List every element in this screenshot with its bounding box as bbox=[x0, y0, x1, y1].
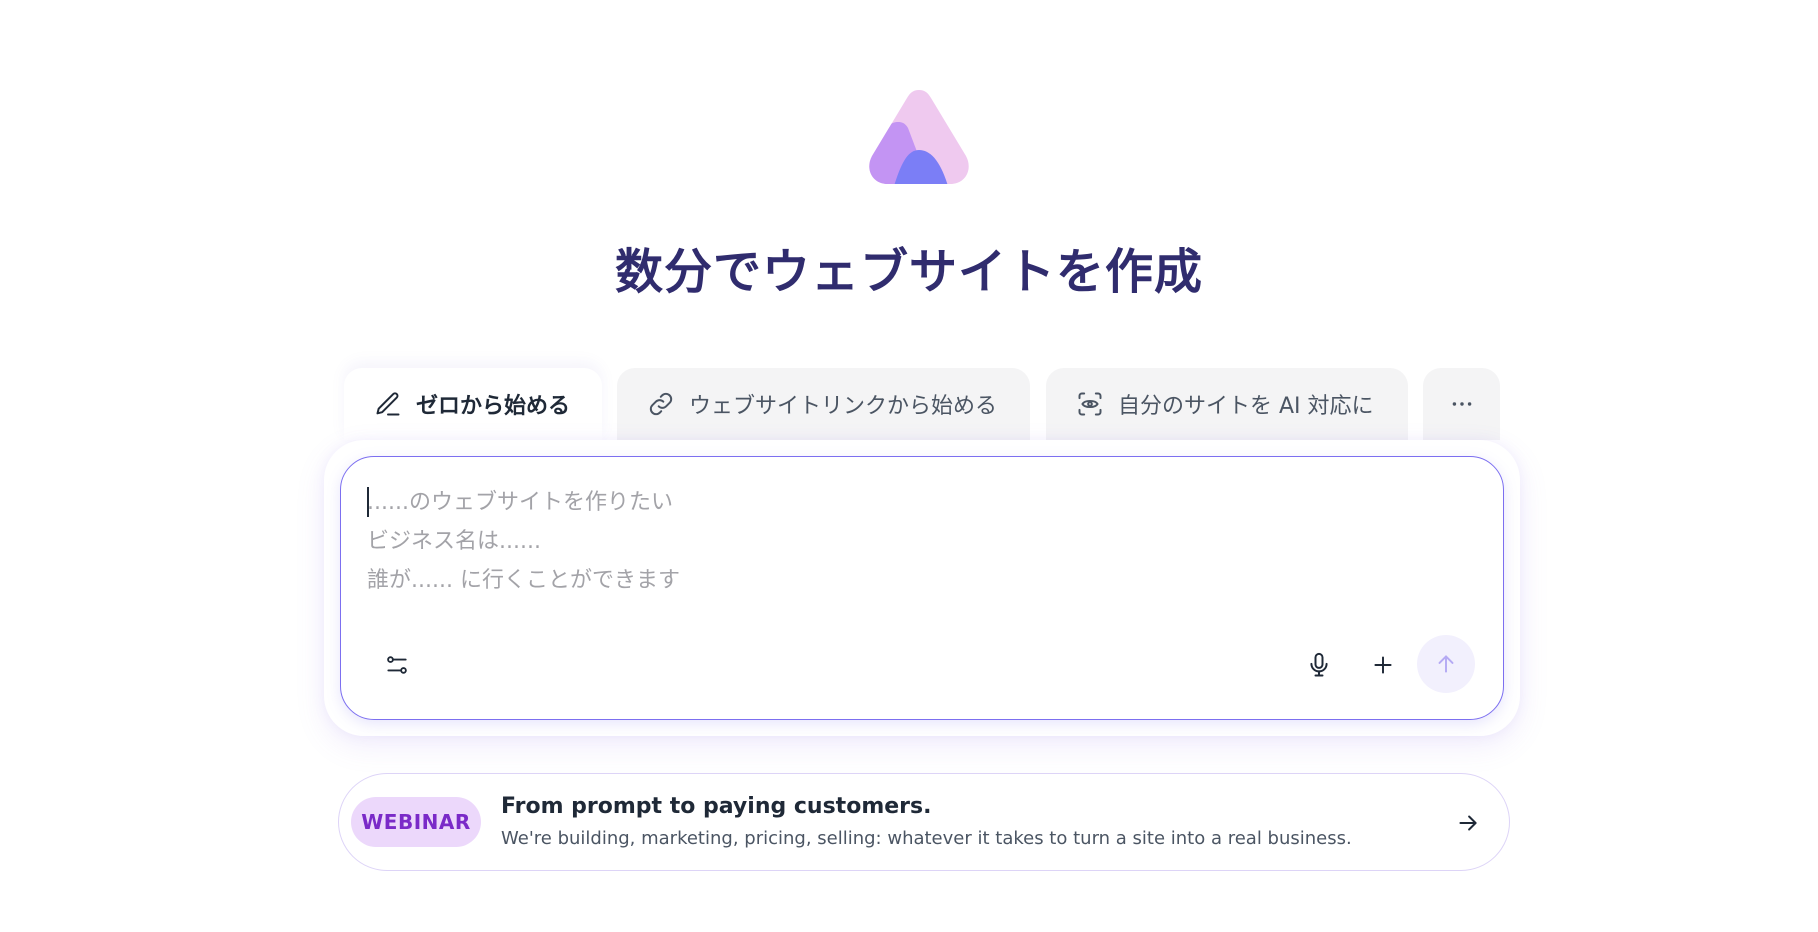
page-title: 数分でウェブサイトを作成 bbox=[614, 244, 1203, 300]
prompt-input[interactable]: ......のウェブサイトを作りたい ビジネス名は...... 誰が......… bbox=[340, 456, 1504, 720]
scan-eye-icon bbox=[1076, 390, 1104, 418]
plus-icon bbox=[1370, 652, 1396, 678]
sliders-icon bbox=[384, 652, 410, 678]
tab-make-site-ai-ready[interactable]: 自分のサイトを AI 対応に bbox=[1046, 368, 1408, 440]
tab-label: ゼロから始める bbox=[416, 394, 571, 419]
tab-start-from-scratch[interactable]: ゼロから始める bbox=[344, 368, 602, 440]
banner-subtitle: We're building, marketing, pricing, sell… bbox=[501, 828, 1352, 849]
webinar-badge: WEBINAR bbox=[351, 797, 481, 847]
tab-more-options[interactable] bbox=[1423, 368, 1500, 440]
prompt-placeholder: ......のウェブサイトを作りたい ビジネス名は...... 誰が......… bbox=[367, 483, 680, 600]
banner-title: From prompt to paying customers. bbox=[501, 794, 932, 819]
placeholder-line: 誰が...... に行くことができます bbox=[367, 568, 680, 593]
banner-open-button[interactable] bbox=[1453, 808, 1483, 838]
voice-input-button[interactable] bbox=[1299, 645, 1339, 685]
tab-start-from-link[interactable]: ウェブサイトリンクから始める bbox=[617, 368, 1030, 440]
tab-label: 自分のサイトを AI 対応に bbox=[1118, 394, 1374, 419]
placeholder-line: ......のウェブサイトを作りたい bbox=[367, 490, 673, 515]
webinar-banner[interactable]: WEBINAR From prompt to paying customers.… bbox=[338, 773, 1510, 871]
placeholder-line: ビジネス名は...... bbox=[367, 529, 541, 554]
prompt-settings-button[interactable] bbox=[379, 647, 415, 683]
pencil-icon bbox=[374, 390, 402, 418]
start-mode-tabs: ゼロから始める ウェブサイトリンクから始める 自分のサイトを AI 対応に bbox=[344, 368, 1500, 440]
tab-label: ウェブサイトリンクから始める bbox=[689, 394, 998, 419]
app-logo bbox=[869, 90, 969, 184]
send-button[interactable] bbox=[1417, 635, 1475, 693]
microphone-icon bbox=[1305, 651, 1333, 679]
more-horizontal-icon bbox=[1449, 391, 1475, 417]
link-icon bbox=[647, 390, 675, 418]
arrow-right-icon bbox=[1455, 810, 1481, 836]
arrow-up-icon bbox=[1433, 651, 1459, 677]
add-attachment-button[interactable] bbox=[1363, 645, 1403, 685]
prompt-container: ......のウェブサイトを作りたい ビジネス名は...... 誰が......… bbox=[324, 440, 1520, 736]
